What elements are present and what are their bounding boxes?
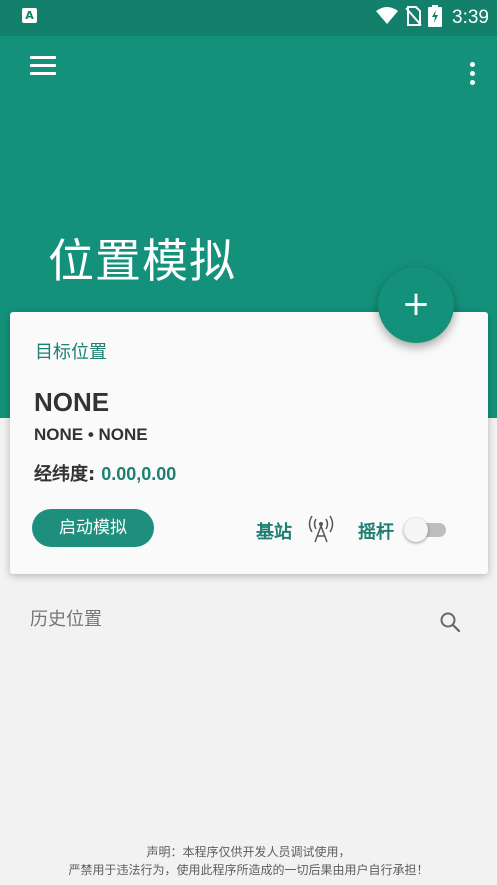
no-sim-icon [404,6,422,30]
toggle-thumb [404,518,428,542]
app-notification-icon: A [22,8,37,23]
joystick-label: 摇杆 [358,522,394,543]
disclaimer-line-2: 严禁用于违法行为，使用此程序所造成的一切后果由用户自行承担！ [68,863,429,877]
search-icon[interactable] [438,610,462,634]
location-subtitle: NONE • NONE [34,425,148,444]
disclaimer-line-1: 声明：本程序仅供开发人员调试使用， [146,845,351,859]
coordinates-value: 0.00,0.00 [101,464,177,484]
start-simulation-button[interactable]: 启动模拟 [32,509,154,547]
card-label: 目标位置 [35,342,107,363]
wifi-icon [376,7,399,29]
status-icons: 3:39 [376,4,489,32]
joystick-toggle[interactable] [404,518,448,542]
status-bar: A 3:39 [0,0,497,36]
status-time: 3:39 [452,7,489,28]
page-title: 位置模拟 [48,234,236,288]
coordinates-label: 经纬度: [34,464,96,485]
location-name: NONE [34,387,110,417]
antenna-icon[interactable] [308,515,334,543]
target-location-card: 目标位置 NONE NONE • NONE 经纬度: 0.00,0.00 启动模拟… [10,312,488,574]
add-location-button[interactable]: + [378,267,454,343]
more-vert-icon[interactable] [464,62,480,90]
history-title: 历史位置 [30,609,102,630]
battery-charging-icon [428,5,443,31]
disclaimer: 声明：本程序仅供开发人员调试使用， 严禁用于违法行为，使用此程序所造成的一切后果… [0,843,497,879]
base-station-label[interactable]: 基站 [256,518,292,544]
hamburger-menu-icon[interactable] [30,56,60,80]
coordinates-row: 经纬度: 0.00,0.00 [34,460,176,486]
